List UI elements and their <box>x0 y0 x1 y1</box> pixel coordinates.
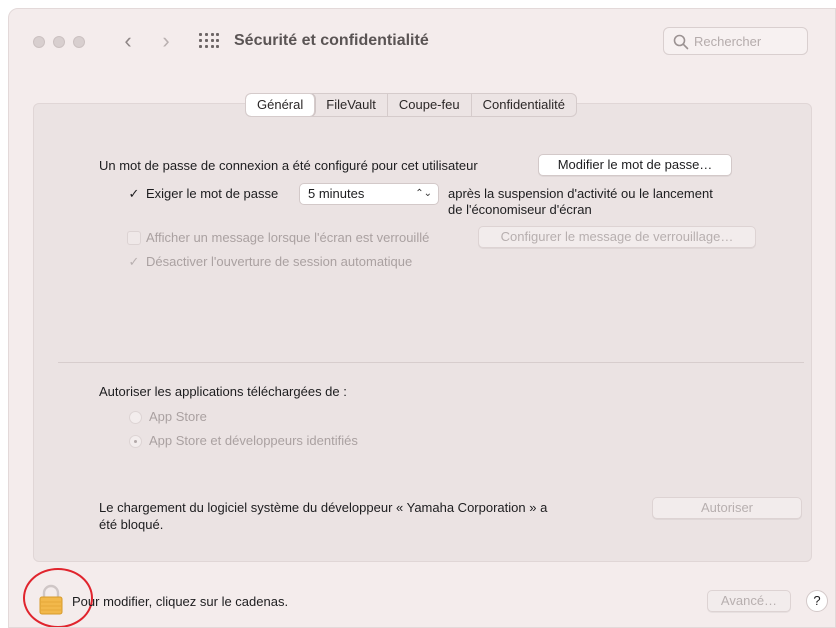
disable-autologin-checkbox[interactable]: ✓ <box>127 255 141 269</box>
password-set-text: Un mot de passe de connexion a été confi… <box>99 158 478 173</box>
search-icon <box>673 34 689 50</box>
tab-bar: Général FileVault Coupe-feu Confidential… <box>245 93 577 117</box>
grid-icon[interactable] <box>199 33 219 49</box>
section-divider <box>58 362 804 363</box>
tab-privacy[interactable]: Confidentialité <box>472 94 576 116</box>
tab-general[interactable]: Général <box>246 94 316 116</box>
lock-instruction-text: Pour modifier, cliquez sur le cadenas. <box>72 594 289 609</box>
after-suspend-text-line1: après la suspension d'activité ou le lan… <box>448 186 713 201</box>
show-message-label: Afficher un message lorsque l'écran est … <box>146 230 430 245</box>
radio-app-store-identified-label: App Store et développeurs identifiés <box>149 433 358 448</box>
advanced-button[interactable]: Avancé… <box>707 590 791 612</box>
require-password-label: Exiger le mot de passe <box>146 186 279 201</box>
chevron-updown-icon: ⌃⌄ <box>415 188 432 199</box>
radio-app-store[interactable] <box>129 411 142 424</box>
configure-lock-message-button[interactable]: Configurer le message de verrouillage… <box>478 226 756 248</box>
allow-apps-heading: Autoriser les applications téléchargées … <box>99 384 347 399</box>
password-delay-select[interactable]: 5 minutes ⌃⌄ <box>299 183 439 205</box>
titlebar: ‹ › Sécurité et confidentialité Recherch… <box>9 9 835 69</box>
blocked-software-text-line1: Le chargement du logiciel système du dév… <box>99 500 548 515</box>
allow-button[interactable]: Autoriser <box>652 497 802 519</box>
tab-filevault[interactable]: FileVault <box>315 94 388 116</box>
help-button[interactable]: ? <box>806 590 828 612</box>
search-field[interactable]: Rechercher <box>663 27 808 55</box>
chevron-left-icon[interactable]: ‹ <box>117 27 139 55</box>
disable-autologin-label: Désactiver l'ouverture de session automa… <box>146 254 413 269</box>
radio-app-store-identified[interactable] <box>129 435 142 448</box>
window-title: Sécurité et confidentialité <box>234 32 429 49</box>
password-delay-value: 5 minutes <box>308 186 365 201</box>
after-suspend-text-line2: de l'économiseur d'écran <box>448 202 592 217</box>
close-window-button[interactable] <box>33 36 45 48</box>
general-pane: Un mot de passe de connexion a été confi… <box>33 103 812 562</box>
zoom-window-button[interactable] <box>73 36 85 48</box>
require-password-checkbox[interactable]: ✓ <box>127 187 141 201</box>
chevron-right-icon[interactable]: › <box>155 27 177 55</box>
search-placeholder: Rechercher <box>694 34 762 49</box>
radio-app-store-label: App Store <box>149 409 207 424</box>
change-password-button[interactable]: Modifier le mot de passe… <box>538 154 732 176</box>
blocked-software-text-line2: été bloqué. <box>99 517 164 532</box>
show-message-checkbox[interactable] <box>127 231 141 245</box>
minimize-window-button[interactable] <box>53 36 65 48</box>
preferences-window: ‹ › Sécurité et confidentialité Recherch… <box>8 8 836 628</box>
tab-firewall[interactable]: Coupe-feu <box>388 94 472 116</box>
